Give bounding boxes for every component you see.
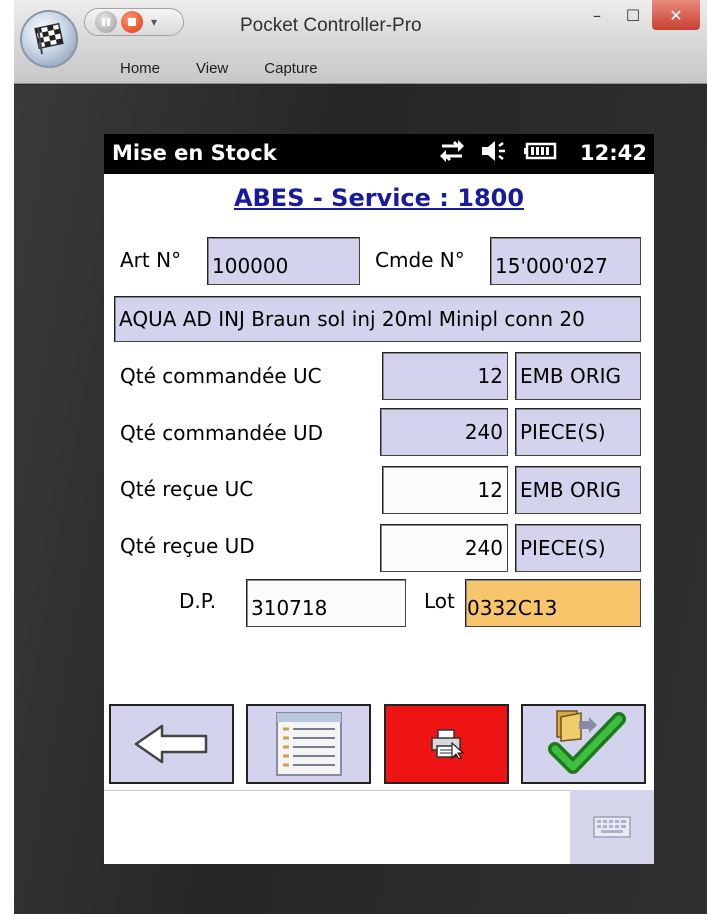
dp-label: D.P. <box>179 589 217 613</box>
clock: 12:42 <box>580 141 647 165</box>
menu-capture[interactable]: Capture <box>246 60 335 77</box>
emulator-window: ▾ Pocket Controller-Pro – ☐ ✕ Home View … <box>14 0 707 914</box>
stop-icon <box>128 18 136 26</box>
qty-received-uc-field[interactable]: 12 <box>382 466 508 514</box>
qty-received-ud-unit-value: PIECE(S) <box>520 536 606 560</box>
qty-received-ud-field[interactable]: 240 <box>380 524 508 572</box>
lot-value: 0332C13 <box>467 596 558 620</box>
volume-icon[interactable] <box>480 138 510 164</box>
order-number-field[interactable]: 15'000'027 <box>490 237 641 285</box>
checkered-flag-icon <box>34 22 64 55</box>
quick-access-toolbar: ▾ <box>84 8 184 36</box>
list-button[interactable] <box>246 704 371 784</box>
article-description-field[interactable]: AQUA AD INJ Braun sol inj 20ml Minipl co… <box>114 296 641 342</box>
qty-received-ud-unit[interactable]: PIECE(S) <box>515 524 641 572</box>
qty-ordered-ud-unit[interactable]: PIECE(S) <box>515 408 641 456</box>
back-arrow-icon <box>134 724 207 764</box>
keyboard-button[interactable] <box>570 790 654 864</box>
qty-received-uc-unit[interactable]: EMB ORIG <box>515 466 641 514</box>
maximize-button[interactable]: ☐ <box>616 0 650 30</box>
keyboard-icon <box>593 816 631 838</box>
print-button[interactable] <box>384 704 509 784</box>
cmde-label: Cmde N° <box>375 248 465 272</box>
app-menu-button[interactable] <box>20 10 78 68</box>
order-number-value: 15'000'027 <box>495 254 608 278</box>
lot-label: Lot <box>424 589 455 613</box>
dp-field[interactable]: 310718 <box>246 579 406 627</box>
validate-button[interactable] <box>521 704 646 784</box>
qty-ordered-ud-field[interactable]: 240 <box>380 408 508 456</box>
qty-ordered-uc-unit-value: EMB ORIG <box>520 364 622 388</box>
battery-icon[interactable] <box>524 141 558 161</box>
back-button[interactable] <box>109 704 234 784</box>
qty-ordered-uc-value: 12 <box>477 364 503 388</box>
lot-field[interactable]: 0332C13 <box>465 579 641 627</box>
art-number-field[interactable]: 100000 <box>207 237 360 285</box>
close-button[interactable]: ✕ <box>652 0 700 30</box>
qty-ordered-ud-unit-value: PIECE(S) <box>520 420 606 444</box>
qty-ordered-uc-unit[interactable]: EMB ORIG <box>515 352 641 400</box>
customize-dropdown-icon[interactable]: ▾ <box>151 15 157 29</box>
qty-ordered-ud-label: Qté commandée UD <box>120 421 324 445</box>
qty-received-ud-label: Qté reçue UD <box>120 534 255 558</box>
window-title: Pocket Controller-Pro <box>240 15 422 36</box>
validate-check-icon <box>547 710 626 774</box>
qty-ordered-ud-value: 240 <box>464 420 503 444</box>
menu-home[interactable]: Home <box>102 60 178 77</box>
art-label: Art N° <box>120 248 182 272</box>
pause-button[interactable] <box>95 11 117 33</box>
qty-received-uc-unit-value: EMB ORIG <box>520 478 622 502</box>
art-number-value: 100000 <box>212 254 289 278</box>
qty-ordered-uc-field[interactable]: 12 <box>382 352 508 400</box>
qty-received-ud-value: 240 <box>464 536 503 560</box>
title-bar: ▾ Pocket Controller-Pro – ☐ ✕ Home View … <box>14 0 707 84</box>
pause-icon <box>102 18 110 26</box>
device-status-bar: Mise en Stock 12:42 <box>104 134 654 174</box>
menu-view[interactable]: View <box>178 60 246 77</box>
list-icon <box>275 712 342 776</box>
status-icons <box>438 138 558 164</box>
ribbon-menu: Home View Capture <box>102 60 336 77</box>
qty-ordered-uc-label: Qté commandée UC <box>120 364 322 388</box>
minimize-button[interactable]: – <box>580 0 614 30</box>
sync-icon[interactable] <box>438 138 466 164</box>
device-screen: Mise en Stock 12:42 ABES - Service: 180… <box>104 134 654 864</box>
dp-value: 310718 <box>251 596 328 620</box>
article-description-value: AQUA AD INJ Braun sol inj 20ml Minipl co… <box>119 307 585 331</box>
stop-button[interactable] <box>121 11 143 33</box>
screen-title: Mise en Stock <box>112 141 277 165</box>
service-title: ABES - Service : 1800 <box>233 184 525 212</box>
print-icon <box>430 729 464 759</box>
qty-received-uc-label: Qté reçue UC <box>120 477 254 501</box>
qty-received-uc-value: 12 <box>477 478 503 502</box>
